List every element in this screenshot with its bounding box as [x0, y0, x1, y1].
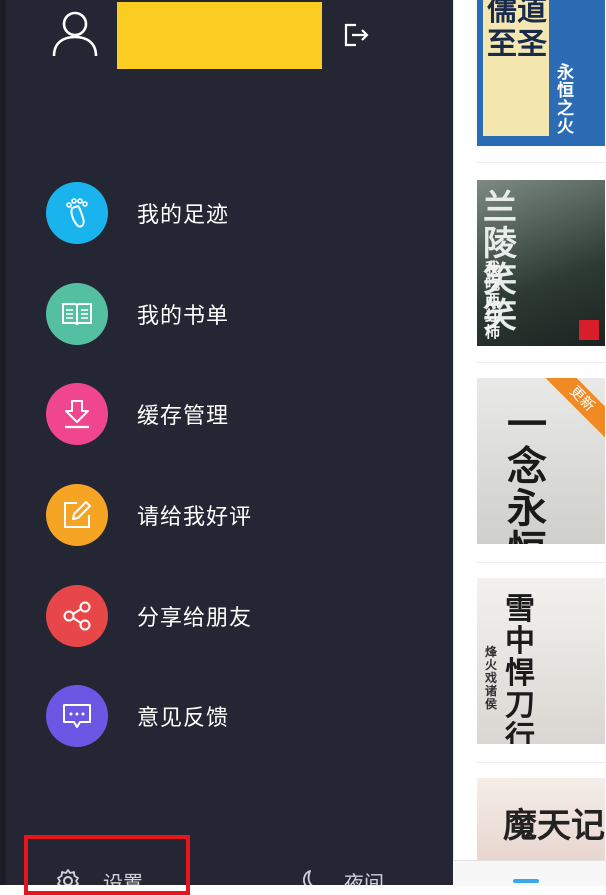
book-icon	[46, 283, 108, 345]
book-cover[interactable]: 儒道至圣 永恒之火	[477, 0, 605, 146]
side-drawer: 我的足迹 我的书单 缓存管理 请给我好评 分享给朋友 意见反馈 设置 夜间	[0, 0, 453, 885]
divider	[477, 562, 606, 563]
username-redacted	[117, 2, 322, 69]
menu-item-cache[interactable]: 缓存管理	[46, 383, 426, 445]
divider	[477, 162, 606, 163]
gear-icon	[57, 869, 79, 885]
divider	[477, 762, 606, 763]
menu-item-footprint[interactable]: 我的足迹	[46, 182, 426, 244]
book-cover[interactable]: 魔天记	[477, 778, 605, 860]
bookshelf: 儒道至圣 永恒之火 兰陵笑笑 我吃西红柿 一念永恒 更新 雪中悍刀行 烽火戏诸侯…	[453, 0, 606, 885]
book-title: 儒道至圣	[487, 0, 547, 62]
book-title: 魔天记	[503, 806, 605, 846]
menu-item-share[interactable]: 分享给朋友	[46, 585, 426, 647]
footprint-icon	[46, 182, 108, 244]
book-author: 我吃西红柿	[485, 259, 501, 341]
moon-icon	[303, 870, 313, 885]
edit-icon	[46, 484, 108, 546]
tab-indicator	[513, 879, 539, 883]
menu-item-label: 我的书单	[137, 304, 230, 329]
book-title: 一念永恒	[507, 401, 547, 545]
menu-item-rate[interactable]: 请给我好评	[46, 484, 426, 546]
settings-label: 设置	[103, 870, 143, 886]
book-author: 永恒之火	[557, 63, 574, 137]
bottom-tab-bar[interactable]	[453, 860, 606, 886]
user-icon[interactable]	[52, 10, 98, 58]
download-icon	[46, 383, 108, 445]
menu-item-label: 分享给朋友	[137, 606, 253, 631]
book-cover[interactable]: 兰陵笑笑 我吃西红柿	[477, 180, 605, 346]
night-mode-button[interactable]: 夜间	[296, 866, 384, 885]
book-cover[interactable]: 一念永恒 更新	[477, 378, 605, 544]
settings-button[interactable]: 设置	[55, 866, 143, 885]
drawer-edge	[0, 0, 6, 885]
menu-item-label: 意见反馈	[137, 706, 230, 731]
book-cover[interactable]: 雪中悍刀行 烽火戏诸侯	[477, 578, 605, 744]
menu-item-label: 缓存管理	[137, 404, 230, 429]
menu-item-feedback[interactable]: 意见反馈	[46, 685, 426, 747]
night-label: 夜间	[344, 870, 384, 886]
publisher-logo	[579, 320, 599, 340]
share-icon	[46, 585, 108, 647]
book-title: 雪中悍刀行	[505, 592, 535, 745]
menu-item-label: 我的足迹	[137, 203, 230, 228]
menu-item-booklist[interactable]: 我的书单	[46, 283, 426, 345]
menu-item-label: 请给我好评	[137, 505, 253, 530]
feedback-icon	[46, 685, 108, 747]
divider	[477, 362, 606, 363]
logout-icon[interactable]	[342, 21, 370, 49]
book-author: 烽火戏诸侯	[485, 645, 498, 711]
